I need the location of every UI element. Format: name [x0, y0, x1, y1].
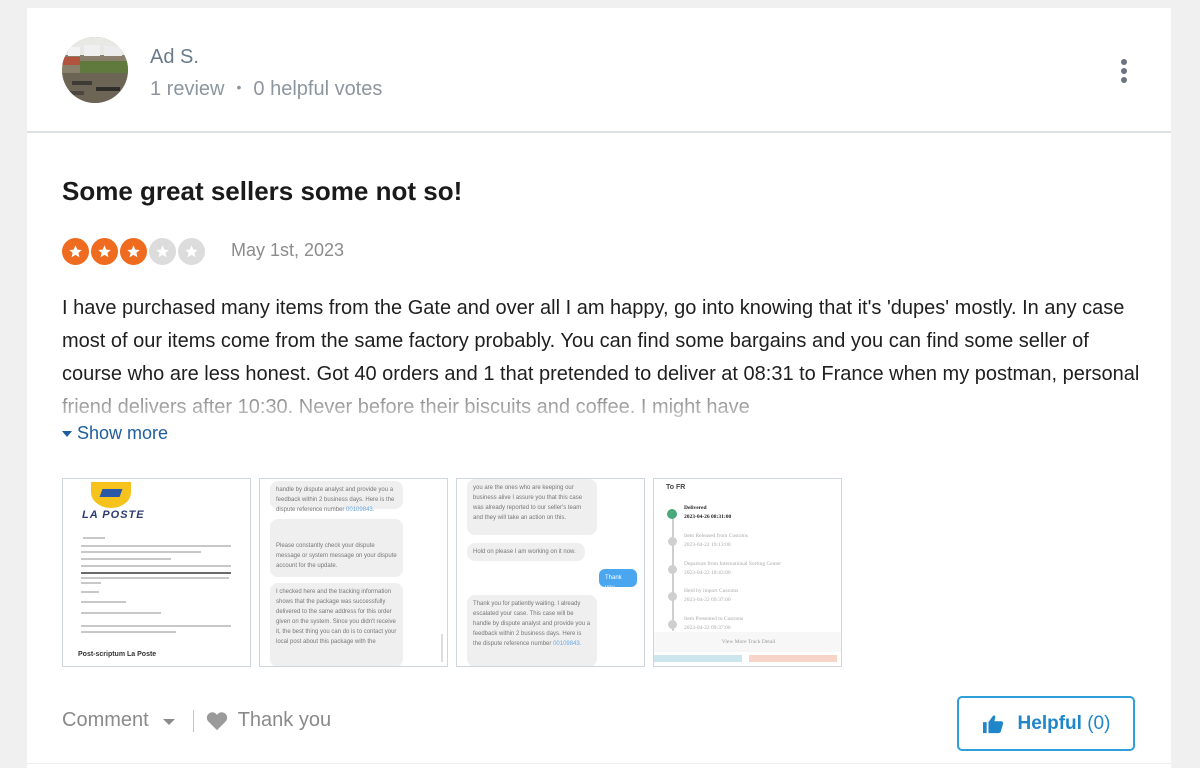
letter-logo-text: LA POSTE — [82, 509, 145, 521]
event-status: Item Presented to Customs — [684, 616, 744, 622]
banner-strip — [749, 655, 837, 662]
reviewer-avatar[interactable] — [62, 37, 128, 103]
event-status: Departure from International Sorting Cen… — [684, 561, 782, 567]
show-more-link[interactable]: Show more — [62, 423, 168, 444]
thumbs-up-icon — [982, 714, 1003, 733]
event-time: 2023-04-22 19:13:00 — [684, 542, 731, 548]
scroll-indicator — [441, 634, 443, 662]
reviewer-header: Ad S. 1 review • 0 helpful votes — [27, 8, 1171, 133]
thank-you-label: Thank you — [237, 709, 332, 731]
review-title: Some great sellers some not so! — [62, 176, 463, 206]
event-status: Item Released from Customs — [684, 533, 749, 539]
text-line — [81, 582, 101, 584]
heart-icon — [206, 711, 227, 730]
timeline-dot — [668, 537, 677, 546]
event-status: Held by import Customs — [684, 588, 739, 594]
show-more-label: Show more — [77, 423, 169, 443]
attachment-thumbnail-chat-2[interactable]: you are the ones who are keeping our bus… — [456, 478, 645, 667]
timeline-dot — [668, 592, 677, 601]
la-poste-logo-icon — [91, 482, 131, 508]
tracking-title: To FR — [666, 484, 686, 491]
comment-button[interactable]: Comment — [62, 709, 175, 732]
star-empty-icon — [178, 238, 205, 265]
reference-number-link: 00109843. — [553, 641, 582, 647]
kebab-dot — [1121, 68, 1127, 74]
attachment-gallery: LA POSTE Post-scriptum La Poste handle b… — [62, 478, 842, 667]
text-line — [81, 572, 231, 574]
caret-down-icon — [62, 430, 72, 437]
tracking-event: Item Released from Customs 2023-04-22 19:… — [684, 532, 748, 550]
star-empty-icon — [149, 238, 176, 265]
chat-bubble: Please constantly check your dispute mes… — [270, 519, 403, 577]
text-line — [81, 545, 231, 547]
text-line — [81, 565, 231, 567]
star-filled-icon — [62, 238, 89, 265]
event-time: 2023-04-26 08:31:00 — [684, 514, 732, 520]
text-line — [81, 558, 171, 560]
tracking-event: Item Presented to Customs 2023-04-22 09:3… — [684, 615, 743, 633]
text-line — [81, 591, 99, 593]
text-line — [81, 631, 176, 633]
kebab-dot — [1121, 59, 1127, 65]
event-status: Delivered — [684, 505, 707, 511]
chat-bubble: handle by dispute analyst and provide yo… — [270, 481, 403, 513]
letter-signature: Post-scriptum La Poste — [78, 651, 157, 658]
reviewer-name[interactable]: Ad S. — [150, 46, 199, 69]
comment-label: Comment — [62, 709, 149, 731]
attachment-thumbnail-letter[interactable]: LA POSTE Post-scriptum La Poste — [62, 478, 251, 667]
helpful-button[interactable]: Helpful (0) — [957, 696, 1135, 751]
divider — [27, 763, 1171, 764]
text-line — [81, 612, 161, 614]
meta-separator: • — [236, 79, 242, 95]
kebab-dot — [1121, 77, 1127, 83]
star-rating — [62, 238, 205, 265]
chat-bubble: you are the ones who are keeping our bus… — [467, 479, 597, 535]
timeline-dot-current — [667, 509, 677, 519]
event-time: 2023-04-22 18:43:00 — [684, 570, 731, 576]
chat-bubble: Hold on please I am working on it now. — [467, 543, 585, 561]
thank-you-button[interactable]: Thank you — [206, 709, 331, 732]
banner-strip — [654, 655, 742, 662]
tracking-event: Delivered 2023-04-26 08:31:00 — [684, 504, 731, 522]
review-card: Ad S. 1 review • 0 helpful votes Some grea… — [27, 8, 1171, 768]
attachment-thumbnail-chat-1[interactable]: handle by dispute analyst and provide yo… — [259, 478, 448, 667]
chat-bubble: Thank you for patiently waiting. I alrea… — [467, 595, 597, 666]
caret-down-icon — [162, 718, 175, 725]
avatar-photo-icon — [62, 37, 128, 103]
view-more-tracking: View More Track Detail — [654, 632, 841, 652]
attachment-thumbnail-tracking[interactable]: To FR Delivered 2023-04-26 08:31:00 Item … — [653, 478, 842, 667]
reviewer-stats: 1 review • 0 helpful votes — [150, 78, 382, 101]
chat-bubble: I checked here and the tracking informat… — [270, 583, 403, 666]
chat-bubble-text: handle by dispute analyst and provide yo… — [276, 487, 395, 513]
tracking-event: Departure from International Sorting Cen… — [684, 560, 781, 578]
text-line — [81, 551, 201, 553]
reference-number-link: 00109843. — [346, 507, 375, 513]
helpful-count: (0) — [1087, 712, 1111, 734]
tracking-event: Held by import Customs 2023-04-22 09:37:0… — [684, 587, 738, 605]
text-line — [81, 601, 126, 603]
star-filled-icon — [120, 238, 147, 265]
chat-bubble-outgoing: Thank you — [599, 569, 637, 591]
more-options-icon[interactable] — [1119, 59, 1129, 83]
review-actions: Comment Thank you — [62, 709, 331, 732]
review-date: May 1st, 2023 — [231, 240, 345, 260]
review-body: I have purchased many items from the Gat… — [62, 297, 1140, 418]
helpful-votes-count: 0 helpful votes — [253, 78, 383, 100]
helpful-label: Helpful — [1017, 712, 1082, 734]
event-time: 2023-04-22 09:37:00 — [684, 597, 731, 603]
timeline-dot — [668, 620, 677, 629]
review-count: 1 review — [150, 78, 225, 100]
text-line — [81, 625, 231, 627]
divider — [192, 709, 194, 732]
text-line — [81, 577, 229, 579]
text-line — [83, 537, 105, 539]
timeline-dot — [668, 565, 677, 574]
star-filled-icon — [91, 238, 118, 265]
